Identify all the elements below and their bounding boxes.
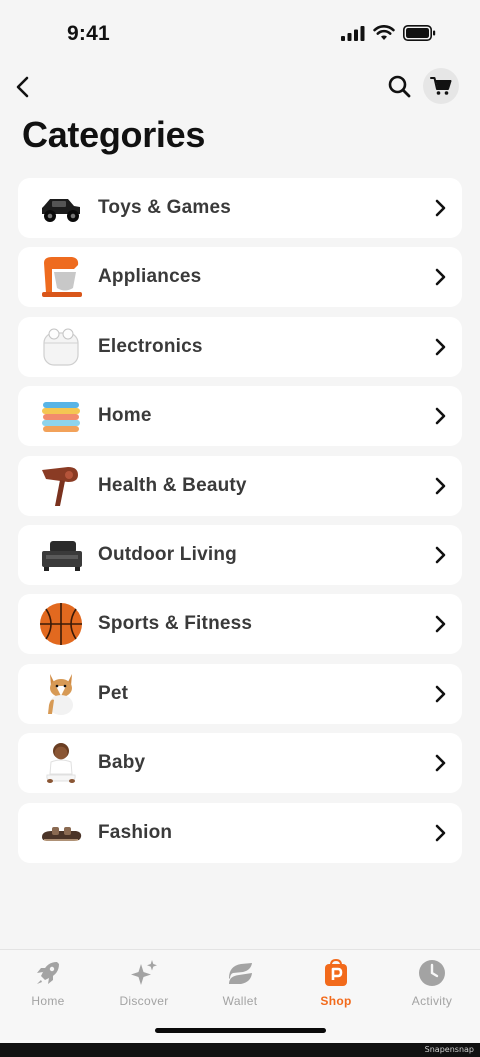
chevron-right-icon: [435, 407, 446, 425]
tab-label: Home: [31, 994, 65, 1008]
shop-bag-icon: [325, 958, 347, 986]
search-button[interactable]: [386, 73, 414, 101]
status-icons: [341, 25, 436, 41]
category-list: Toys & Games Appliances Electronics Home…: [18, 178, 462, 872]
sparkle-icon: [131, 960, 157, 985]
tab-discover[interactable]: Discover: [96, 958, 192, 1018]
wifi-icon: [373, 25, 395, 40]
category-label: Sports & Fitness: [98, 613, 253, 635]
category-item-toys-games[interactable]: Toys & Games: [18, 178, 462, 238]
status-bar: 9:41: [0, 0, 480, 66]
tab-wallet[interactable]: Wallet: [192, 958, 288, 1018]
hair-dryer-icon: [38, 464, 84, 508]
chevron-left-icon: [16, 76, 29, 98]
watermark: Snapensnap: [424, 1045, 474, 1054]
page-title: Categories: [22, 114, 206, 155]
stand-mixer-icon: [38, 255, 84, 299]
category-item-home[interactable]: Home: [18, 386, 462, 447]
category-label: Pet: [98, 682, 129, 704]
category-item-baby[interactable]: Baby: [18, 733, 462, 794]
category-item-outdoor-living[interactable]: Outdoor Living: [18, 524, 462, 585]
toy-car-icon: [38, 186, 84, 230]
category-item-fashion[interactable]: Fashion: [18, 802, 462, 863]
earbuds-case-icon: [38, 325, 84, 369]
tab-label: Shop: [320, 994, 352, 1008]
status-time: 9:41: [67, 22, 110, 45]
search-icon: [388, 75, 411, 98]
category-label: Toys & Games: [98, 197, 231, 218]
dog-icon: [38, 672, 84, 716]
signal-icon: [341, 25, 365, 41]
towels-icon: [38, 394, 84, 438]
tab-label: Wallet: [222, 994, 258, 1008]
cart-button[interactable]: [423, 68, 459, 104]
bottom-strip: [0, 1043, 480, 1057]
tab-label: Activity: [411, 994, 453, 1008]
chevron-right-icon: [435, 616, 446, 633]
rocket-icon: [37, 962, 59, 984]
clock-icon: [419, 960, 445, 986]
category-item-electronics[interactable]: Electronics: [18, 316, 462, 377]
chevron-right-icon: [435, 546, 446, 564]
sandal-icon: [38, 811, 84, 855]
tab-home[interactable]: Home: [0, 958, 96, 1018]
chevron-right-icon: [435, 754, 446, 772]
home-indicator[interactable]: [155, 1028, 326, 1033]
cart-icon: [430, 77, 452, 95]
chevron-right-icon: [435, 269, 446, 286]
chevron-right-icon: [435, 685, 446, 703]
chevron-right-icon: [435, 477, 446, 494]
category-label: Health & Beauty: [98, 474, 247, 496]
category-label: Fashion: [98, 821, 173, 843]
back-button[interactable]: [12, 72, 36, 102]
category-item-health-beauty[interactable]: Health & Beauty: [18, 455, 462, 516]
nav-bar: [0, 66, 480, 110]
category-label: Appliances: [98, 266, 202, 288]
basketball-icon: [38, 602, 84, 646]
tab-label: Discover: [119, 994, 169, 1008]
category-label: Electronics: [98, 335, 203, 357]
battery-icon: [403, 25, 436, 41]
tab-activity[interactable]: Activity: [384, 958, 480, 1018]
baby-icon: [38, 741, 84, 785]
category-item-pet[interactable]: Pet: [18, 663, 462, 724]
grill-icon: [38, 533, 84, 577]
wallet-icon: [229, 963, 252, 984]
chevron-right-icon: [435, 338, 446, 356]
chevron-right-icon: [435, 824, 446, 841]
chevron-right-icon: [435, 199, 446, 217]
category-item-sports-fitness[interactable]: Sports & Fitness: [18, 594, 462, 655]
category-label: Baby: [98, 752, 146, 774]
category-item-appliances[interactable]: Appliances: [18, 247, 462, 308]
tab-shop[interactable]: Shop: [288, 958, 384, 1018]
category-label: Home: [98, 405, 152, 427]
category-label: Outdoor Living: [98, 543, 237, 565]
